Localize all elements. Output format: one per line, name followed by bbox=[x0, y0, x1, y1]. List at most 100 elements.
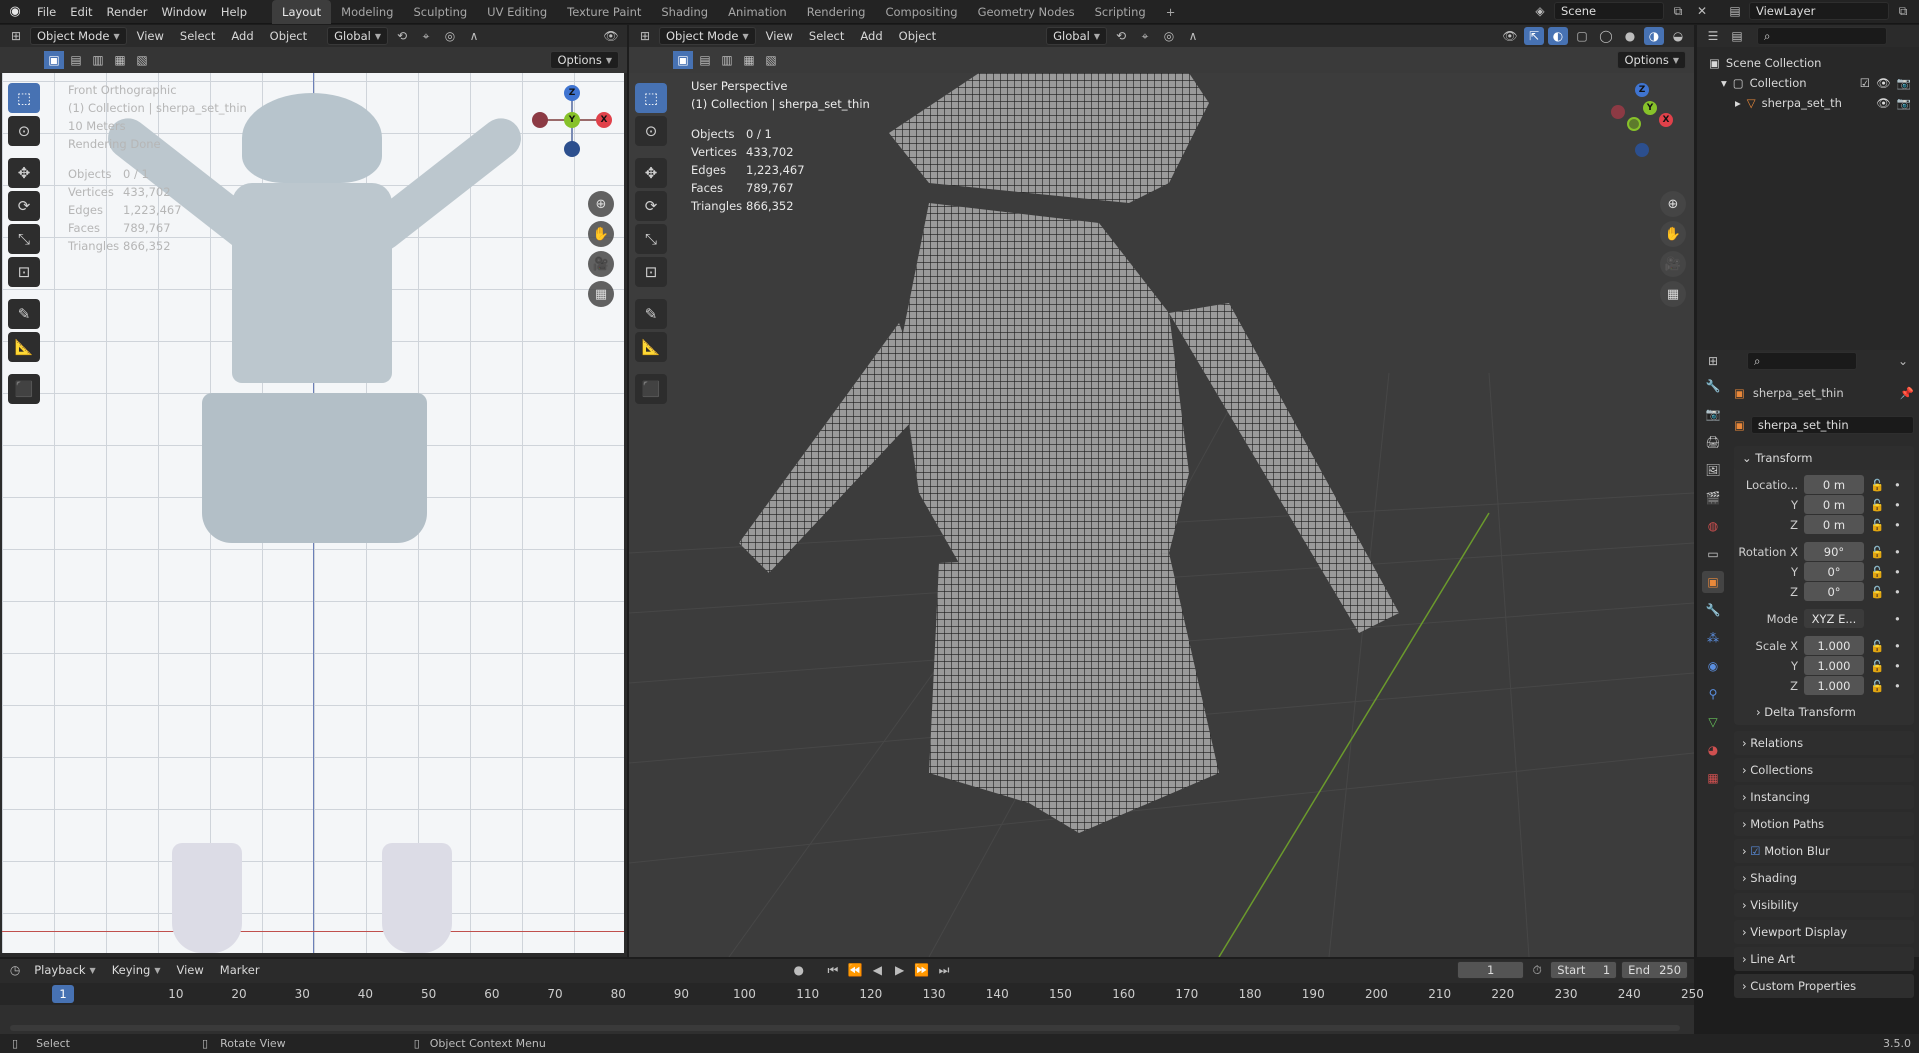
checkbox-icon[interactable]: ☑ bbox=[1750, 844, 1760, 858]
data-tab-icon[interactable]: ▽ bbox=[1702, 711, 1724, 733]
view-layer-tab-icon[interactable]: 🖼 bbox=[1702, 459, 1724, 481]
left-menu-view[interactable]: View bbox=[131, 29, 170, 43]
location-x-field[interactable]: 0 m bbox=[1804, 475, 1864, 494]
outliner-search[interactable]: ⌕ bbox=[1757, 27, 1887, 45]
gizmo-neg-z-icon[interactable] bbox=[564, 141, 580, 157]
location-z-field[interactable]: 0 m bbox=[1804, 515, 1864, 534]
menu-window[interactable]: Window bbox=[154, 0, 213, 24]
camera-render-icon[interactable]: 📷 bbox=[1897, 76, 1911, 90]
scale-tool-icon[interactable]: ⤡ bbox=[8, 224, 40, 254]
rotate-tool-icon[interactable]: ⟳ bbox=[635, 191, 667, 221]
keyframe-dot-icon[interactable]: • bbox=[1894, 639, 1912, 653]
editor-type-icon[interactable]: ⊞ bbox=[1703, 352, 1723, 370]
world-tab-icon[interactable]: ◍ bbox=[1702, 515, 1724, 537]
delete-scene-icon[interactable]: ✕ bbox=[1692, 2, 1712, 20]
eye-icon[interactable]: 👁 bbox=[1876, 76, 1891, 90]
gizmo-y-icon[interactable]: Y bbox=[564, 112, 580, 128]
move-tool-icon[interactable]: ✥ bbox=[635, 158, 667, 188]
gizmo-neg-y-icon[interactable] bbox=[1627, 117, 1641, 131]
tab-texture-paint[interactable]: Texture Paint bbox=[557, 0, 651, 24]
left-menu-select[interactable]: Select bbox=[174, 29, 221, 43]
panel-visibility[interactable]: › Visibility bbox=[1734, 893, 1914, 917]
lock-icon[interactable]: 🔓 bbox=[1870, 585, 1888, 599]
rotation-x-field[interactable]: 90° bbox=[1804, 542, 1864, 561]
gizmo-neg-x-icon[interactable] bbox=[1611, 105, 1625, 119]
rotation-z-field[interactable]: 0° bbox=[1804, 582, 1864, 601]
blender-logo-icon[interactable]: ◉ bbox=[0, 4, 30, 19]
particles-tab-icon[interactable]: ⁂ bbox=[1702, 627, 1724, 649]
right-orientation-dropdown[interactable]: Global ▼ bbox=[1046, 27, 1107, 45]
keyframe-dot-icon[interactable]: • bbox=[1894, 478, 1912, 492]
panel-motion-blur[interactable]: › ☑ Motion Blur bbox=[1734, 839, 1914, 863]
keyframe-dot-icon[interactable]: • bbox=[1894, 565, 1912, 579]
new-viewlayer-icon[interactable]: ⧉ bbox=[1893, 2, 1913, 20]
snap-icon[interactable]: ⌖ bbox=[1135, 27, 1155, 45]
menu-render[interactable]: Render bbox=[100, 0, 155, 24]
modifier-tab-icon[interactable]: 🔧 bbox=[1702, 599, 1724, 621]
cursor-tool-icon[interactable]: ⊙ bbox=[8, 116, 40, 146]
constraints-tab-icon[interactable]: ⚲ bbox=[1702, 683, 1724, 705]
left-viewport-canvas[interactable]: Front Orthographic (1) Collection | sher… bbox=[2, 73, 624, 953]
camera-icon[interactable]: 🎥 bbox=[588, 251, 614, 277]
snap-icon[interactable]: ⌖ bbox=[416, 27, 436, 45]
timeline-view-menu[interactable]: View bbox=[171, 963, 210, 977]
location-y-field[interactable]: 0 m bbox=[1804, 495, 1864, 514]
annotate-tool-icon[interactable]: ✎ bbox=[635, 299, 667, 329]
viewlayer-field[interactable]: ViewLayer bbox=[1749, 2, 1889, 20]
jump-start-icon[interactable]: ⏮ bbox=[824, 961, 842, 979]
end-frame-field[interactable]: End 250 bbox=[1621, 961, 1689, 979]
tab-geometry-nodes[interactable]: Geometry Nodes bbox=[968, 0, 1085, 24]
render-tab-icon[interactable]: 📷 bbox=[1702, 403, 1724, 425]
object-name-field[interactable]: sherpa_set_thin bbox=[1750, 416, 1914, 434]
eye-icon[interactable]: 👁 bbox=[1876, 96, 1891, 110]
timeline-track[interactable] bbox=[0, 1005, 1694, 1034]
select-box-tool-icon[interactable]: ⬚ bbox=[635, 83, 667, 113]
lock-icon[interactable]: 🔓 bbox=[1870, 478, 1888, 492]
xray-icon[interactable]: ▢ bbox=[1572, 27, 1592, 45]
play-icon[interactable]: ▶ bbox=[891, 961, 909, 979]
record-icon[interactable]: ● bbox=[790, 961, 808, 979]
gizmo-z-icon[interactable]: Z bbox=[564, 85, 580, 101]
annotate-tool-icon[interactable]: ✎ bbox=[8, 299, 40, 329]
expand-icon[interactable]: ▾ bbox=[1721, 76, 1727, 90]
panel-viewport-display[interactable]: › Viewport Display bbox=[1734, 920, 1914, 944]
visibility-icon[interactable]: 👁 bbox=[1500, 27, 1520, 45]
pivot-icon[interactable]: ⟲ bbox=[392, 27, 412, 45]
select-subtract-icon[interactable]: ▥ bbox=[717, 51, 737, 69]
lock-icon[interactable]: 🔓 bbox=[1870, 498, 1888, 512]
scale-z-field[interactable]: 1.000 bbox=[1804, 676, 1864, 695]
tool-tab-icon[interactable]: 🔧 bbox=[1702, 375, 1724, 397]
tab-rendering[interactable]: Rendering bbox=[797, 0, 876, 24]
lock-icon[interactable]: 🔓 bbox=[1870, 679, 1888, 693]
left-options-dropdown[interactable]: Options ▼ bbox=[550, 51, 619, 69]
grid-icon[interactable]: ▦ bbox=[1660, 281, 1686, 307]
lock-icon[interactable]: 🔓 bbox=[1870, 565, 1888, 579]
tab-sculpting[interactable]: Sculpting bbox=[403, 0, 477, 24]
lock-icon[interactable]: 🔓 bbox=[1870, 545, 1888, 559]
keyframe-dot-icon[interactable]: • bbox=[1894, 585, 1912, 599]
material-tab-icon[interactable]: ◕ bbox=[1702, 739, 1724, 761]
left-orientation-dropdown[interactable]: Global ▼ bbox=[327, 27, 388, 45]
select-extend-icon[interactable]: ▤ bbox=[66, 51, 86, 69]
select-extend-icon[interactable]: ▤ bbox=[695, 51, 715, 69]
right-mode-dropdown[interactable]: Object Mode ▼ bbox=[659, 27, 756, 45]
select-invert-icon[interactable]: ▦ bbox=[110, 51, 130, 69]
gizmo-x-icon[interactable]: X bbox=[596, 112, 612, 128]
clock-icon[interactable]: ◷ bbox=[6, 961, 24, 979]
camera-render-icon[interactable]: 📷 bbox=[1897, 96, 1911, 110]
panel-instancing[interactable]: › Instancing bbox=[1734, 785, 1914, 809]
right-menu-view[interactable]: View bbox=[760, 29, 799, 43]
panel-collections[interactable]: › Collections bbox=[1734, 758, 1914, 782]
display-mode-icon[interactable]: ▤ bbox=[1727, 27, 1747, 45]
object-icon[interactable]: ▣ bbox=[1734, 418, 1745, 432]
lock-icon[interactable]: 🔓 bbox=[1870, 518, 1888, 532]
prev-keyframe-icon[interactable]: ⏪ bbox=[846, 961, 864, 979]
timeline-scrollbar[interactable] bbox=[10, 1025, 1680, 1031]
material-shading-icon[interactable]: ◑ bbox=[1644, 27, 1664, 45]
rendered-shading-icon[interactable]: ◒ bbox=[1668, 27, 1688, 45]
proportional-icon[interactable]: ◎ bbox=[1159, 27, 1179, 45]
grid-icon[interactable]: ▦ bbox=[588, 281, 614, 307]
pan-hand-icon[interactable]: ✋ bbox=[1660, 221, 1686, 247]
keyframe-dot-icon[interactable]: • bbox=[1894, 498, 1912, 512]
output-tab-icon[interactable]: 🖨 bbox=[1702, 431, 1724, 453]
